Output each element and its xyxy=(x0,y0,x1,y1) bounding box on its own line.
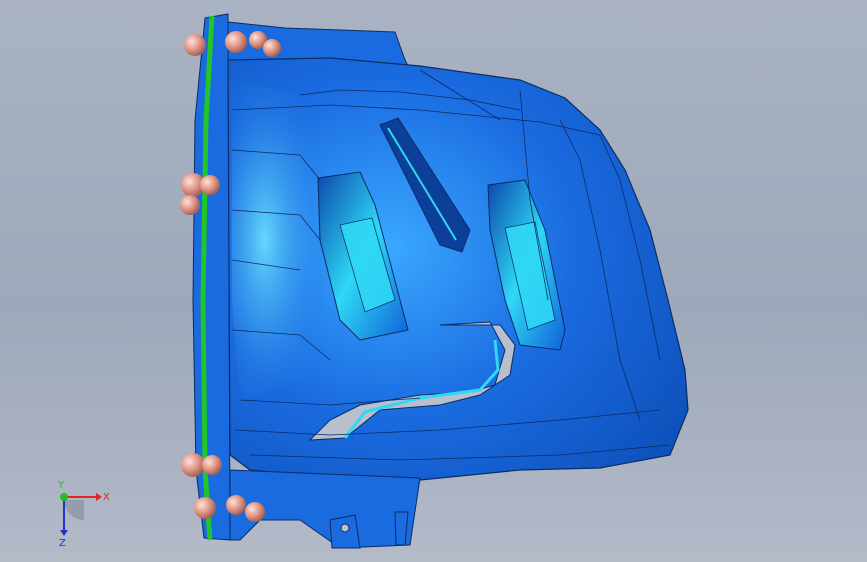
y-axis-label: Y xyxy=(57,480,65,491)
bolt-head xyxy=(202,455,222,475)
bolt-head xyxy=(226,495,246,515)
bolt-head xyxy=(180,195,200,215)
bottom-tab-hole xyxy=(340,523,350,533)
z-axis-label: Z xyxy=(59,538,66,549)
triad-shadow xyxy=(64,500,84,520)
cad-part-model[interactable] xyxy=(0,0,867,562)
bolt-head xyxy=(200,175,220,195)
3d-viewport[interactable]: X Y Z xyxy=(0,0,867,562)
bolt-head xyxy=(184,34,206,56)
bolt-head xyxy=(263,39,281,57)
bolt-head xyxy=(194,497,216,519)
bolt-head xyxy=(225,31,247,53)
coordinate-triad: X Y Z xyxy=(57,480,110,549)
bolt-head xyxy=(181,453,205,477)
x-axis-label: X xyxy=(103,492,110,503)
bolt-head xyxy=(245,502,265,522)
z-axis-head xyxy=(60,530,68,536)
y-axis-dot xyxy=(60,493,68,501)
x-axis-head xyxy=(96,493,102,501)
